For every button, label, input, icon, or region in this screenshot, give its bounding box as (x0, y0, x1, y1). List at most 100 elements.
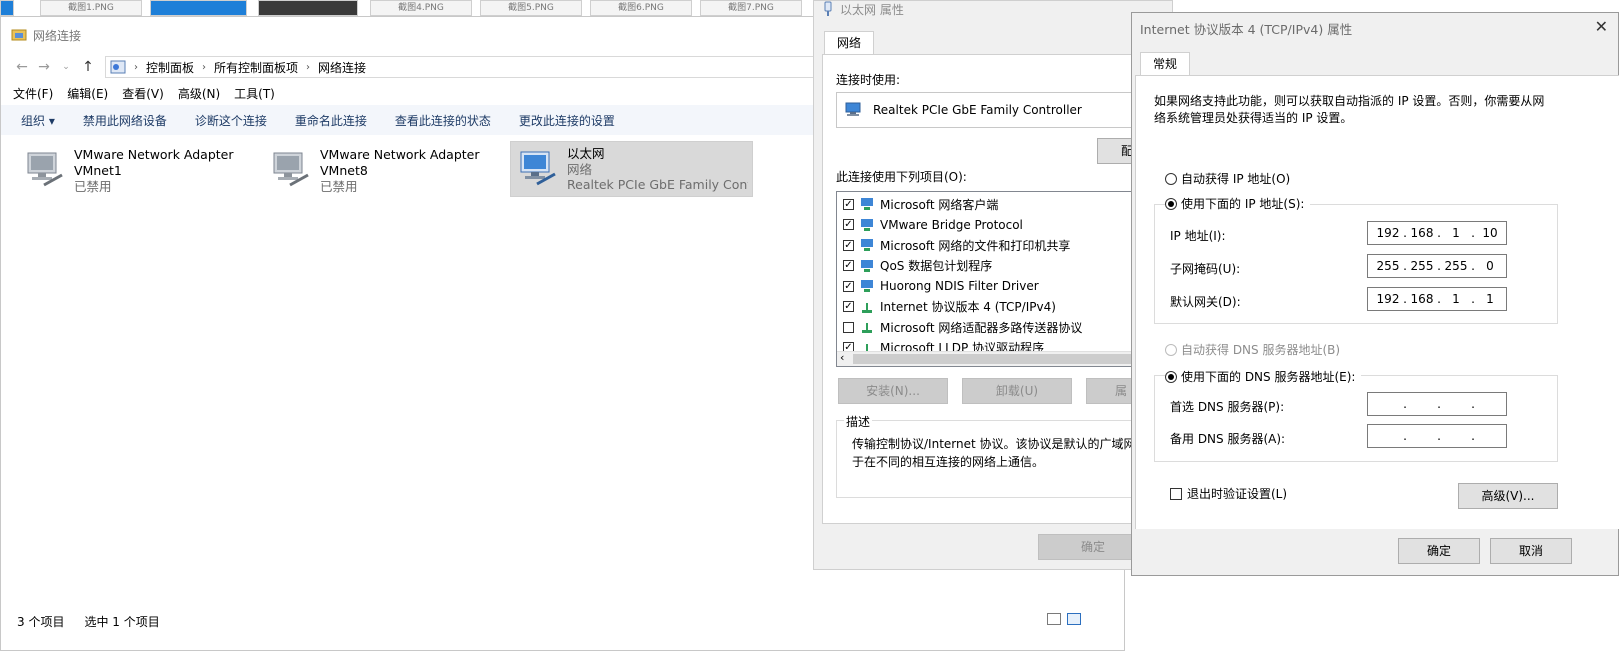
checkbox-checked[interactable]: ✓ (843, 301, 854, 313)
cancel-button[interactable]: 取消 (1490, 538, 1572, 564)
thumbnail-strip: 截图1.PNG 截图4.PNG 截图5.PNG 截图6.PNG 截图7.PNG (0, 0, 880, 16)
mask-octet-3: 255 (1444, 259, 1468, 273)
list-item[interactable]: ✓ QoS 数据包计划程序 (837, 256, 1155, 277)
alternate-dns-field[interactable]: ... (1367, 424, 1507, 448)
tab-general[interactable]: 常规 (1140, 52, 1190, 77)
list-item[interactable]: Microsoft 网络适配器多路传送器协议 (837, 317, 1155, 338)
connection-status: Realtek PCIe GbE Family Contr... (567, 177, 748, 192)
install-button[interactable]: 安装(N)... (838, 378, 948, 404)
ip-address-field[interactable]: 192. 168. 1. 10 (1367, 221, 1507, 245)
connection-ethernet[interactable]: 以太网 网络 Realtek PCIe GbE Family Contr... (510, 141, 753, 197)
uninstall-button[interactable]: 卸载(U) (962, 378, 1072, 404)
thumbnail-4[interactable]: 截图4.PNG (370, 0, 472, 16)
manual-dns-radio[interactable]: 使用下面的 DNS 服务器地址(E): (1165, 368, 1362, 385)
menu-edit[interactable]: 编辑(E) (67, 85, 108, 102)
subnet-mask-field[interactable]: 255. 255. 255. 0 (1367, 254, 1507, 278)
scroll-left-icon[interactable]: ‹ (840, 351, 844, 364)
scrollbar-thumb[interactable] (853, 354, 1153, 364)
component-label: Microsoft 网络适配器多路传送器协议 (880, 320, 1083, 335)
connection-sub: VMnet1 (74, 163, 122, 178)
list-item[interactable]: ✓ Internet 协议版本 4 (TCP/IPv4) (837, 297, 1155, 318)
breadcrumb-control-panel[interactable]: 控制面板 (146, 59, 194, 76)
forward-arrow-icon[interactable]: → (33, 56, 55, 78)
disable-device-button[interactable]: 禁用此网络设备 (83, 112, 167, 129)
tiles-view-icon[interactable] (1067, 613, 1081, 625)
intro-line-2: 络系统管理员处获得适当的 IP 设置。 (1154, 111, 1353, 125)
organize-button[interactable]: 组织 ▾ (21, 112, 55, 129)
view-switcher (1047, 613, 1081, 625)
ok-button[interactable]: 确定 (1398, 538, 1480, 564)
gw-octet-4: 1 (1486, 292, 1494, 306)
adapter-icon (845, 102, 861, 116)
details-view-icon[interactable] (1047, 613, 1061, 625)
components-list: ✓ Microsoft 网络客户端 ✓ VMware Bridge Protocol… (836, 191, 1156, 367)
ethernet-properties-window: 以太网 属性 网络 连接时使用: Realtek PCIe GbE Family… (813, 0, 1173, 570)
radio-button[interactable] (1165, 172, 1177, 185)
component-label: Huorong NDIS Filter Driver (880, 279, 1039, 294)
gateway-field[interactable]: 192. 168. 1. 1 (1367, 287, 1507, 311)
menu-view[interactable]: 查看(V) (122, 85, 164, 102)
up-arrow-icon[interactable]: ↑ (77, 56, 99, 78)
menu-advanced[interactable]: 高级(N) (178, 85, 220, 102)
manual-ip-radio[interactable]: 使用下面的 IP 地址(S): (1165, 195, 1311, 212)
breadcrumb-separator: › (202, 61, 207, 73)
service-icon (861, 259, 873, 272)
auto-dns-radio[interactable]: 自动获得 DNS 服务器地址(B) (1165, 341, 1340, 358)
list-item[interactable]: ✓ VMware Bridge Protocol (837, 215, 1155, 236)
mask-octet-2: 255 (1410, 259, 1434, 273)
checkbox-checked[interactable]: ✓ (843, 239, 854, 251)
view-status-button[interactable]: 查看此连接的状态 (395, 112, 491, 129)
protocol-icon (862, 323, 872, 334)
diagnose-button[interactable]: 诊断这个连接 (195, 112, 267, 129)
checkbox-checked[interactable]: ✓ (843, 198, 854, 210)
change-settings-button[interactable]: 更改此连接的设置 (519, 112, 615, 129)
breadcrumb-all-items[interactable]: 所有控制面板项 (214, 59, 298, 76)
item-count: 3 个项目 (17, 615, 65, 629)
connection-name: 以太网 (567, 146, 605, 161)
intro-text: 如果网络支持此功能，则可以获取自动指派的 IP 设置。否则，你需要从网 络系统管… (1154, 93, 1544, 127)
gw-octet-3: 1 (1452, 292, 1460, 306)
validate-checkbox[interactable]: 退出时验证设置(L) (1170, 485, 1287, 502)
tab-network[interactable]: 网络 (824, 31, 874, 56)
radio-button-disabled[interactable] (1165, 343, 1177, 356)
thumbnail-7[interactable]: 截图7.PNG (700, 0, 802, 16)
checkbox-unchecked[interactable] (843, 321, 854, 333)
connection-vmnet8[interactable]: VMware Network Adapter VMnet8 已禁用 (264, 143, 507, 199)
checkbox-checked[interactable]: ✓ (843, 260, 854, 272)
connection-vmnet1[interactable]: VMware Network Adapter VMnet1 已禁用 (18, 143, 261, 199)
auto-dns-label: 自动获得 DNS 服务器地址(B) (1181, 343, 1341, 357)
list-item[interactable]: ✓ Microsoft 网络客户端 (837, 194, 1155, 215)
component-label: QoS 数据包计划程序 (880, 259, 993, 274)
rename-button[interactable]: 重命名此连接 (295, 112, 367, 129)
auto-ip-radio[interactable]: 自动获得 IP 地址(O) (1165, 170, 1290, 187)
thumbnail-3[interactable] (258, 0, 358, 16)
history-chevron-icon[interactable]: ⌄ (55, 56, 77, 78)
mask-octet-4: 0 (1486, 259, 1494, 273)
thumbnail-5[interactable]: 截图5.PNG (480, 0, 582, 16)
radio-button-selected[interactable] (1165, 370, 1177, 383)
menu-bar: 文件(F) 编辑(E) 查看(V) 高级(N) 工具(T) (13, 85, 275, 102)
list-item[interactable]: ✓ Huorong NDIS Filter Driver (837, 276, 1155, 297)
control-panel-icon (110, 60, 126, 74)
explorer-titlebar: 网络连接 (11, 25, 81, 45)
ethernet-title: 以太网 属性 (840, 2, 904, 17)
thumbnail-6[interactable]: 截图6.PNG (590, 0, 692, 16)
breadcrumb-network-connections[interactable]: 网络连接 (318, 59, 366, 76)
list-item[interactable]: ✓ Microsoft 网络的文件和打印机共享 (837, 235, 1155, 256)
thumbnail-2[interactable] (150, 0, 247, 16)
close-icon[interactable]: ✕ (1595, 17, 1608, 36)
checkbox-checked[interactable]: ✓ (843, 280, 854, 292)
connection-status: 已禁用 (74, 179, 112, 194)
menu-tools[interactable]: 工具(T) (234, 85, 275, 102)
thumbnail-1[interactable]: 截图1.PNG (40, 0, 142, 16)
preferred-dns-field[interactable]: ... (1367, 392, 1507, 416)
connection-sub: VMnet8 (320, 163, 368, 178)
checkbox-checked[interactable]: ✓ (843, 219, 854, 231)
thumbnail-partial[interactable] (0, 0, 14, 16)
horizontal-scrollbar[interactable]: ‹ (837, 351, 1155, 366)
advanced-button[interactable]: 高级(V)... (1458, 483, 1558, 509)
menu-file[interactable]: 文件(F) (13, 85, 53, 102)
checkbox-unchecked[interactable] (1170, 487, 1182, 500)
radio-button-selected[interactable] (1165, 197, 1177, 210)
back-arrow-icon[interactable]: ← (11, 56, 33, 78)
